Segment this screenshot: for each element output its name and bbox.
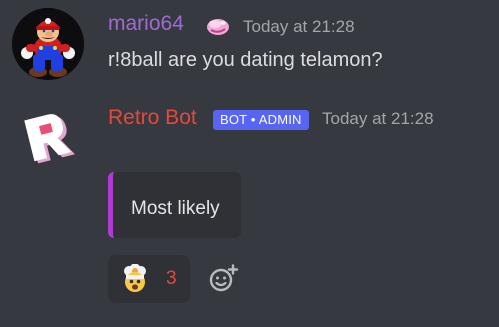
- exploding-head-emoji-icon: [120, 263, 150, 294]
- username[interactable]: Retro Bot: [108, 106, 197, 130]
- pink-bubble-emoji-icon: [205, 13, 232, 37]
- embed: Most likely: [108, 172, 241, 238]
- roblox-r-logo-icon[interactable]: [14, 102, 84, 172]
- mario-avatar-icon[interactable]: [12, 8, 84, 80]
- bot-admin-tag: BOT • ADMIN: [213, 110, 309, 130]
- reaction-count: 3: [166, 268, 177, 289]
- timestamp: Today at 21:28: [322, 109, 434, 128]
- embed-text: Most likely: [131, 198, 220, 219]
- reaction-button[interactable]: 3: [108, 255, 190, 303]
- message-content: r!8ball are you dating telamon?: [108, 49, 383, 71]
- username[interactable]: mario64: [108, 12, 184, 36]
- timestamp: Today at 21:28: [243, 17, 355, 36]
- add-reaction-icon[interactable]: [207, 264, 239, 292]
